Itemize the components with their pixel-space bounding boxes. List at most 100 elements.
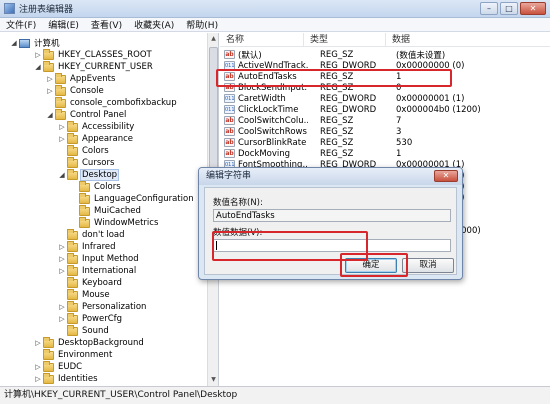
expand-arrow-icon[interactable]: ▷ [34, 363, 42, 371]
tree-item[interactable]: Keyboard [58, 276, 123, 289]
tree-item[interactable]: ▷ Console [46, 84, 105, 97]
dialog-close-icon[interactable]: ✕ [434, 170, 458, 182]
value-name: DockMoving [238, 148, 291, 159]
value-row[interactable]: ab CursorBlinkRate REG_SZ 530 [220, 137, 550, 148]
expand-arrow-icon[interactable]: ▷ [34, 375, 42, 383]
string-value-icon: ab [224, 149, 235, 158]
expand-arrow-icon[interactable]: ▷ [34, 51, 42, 59]
tree-item[interactable]: ▷ Appearance [58, 132, 134, 145]
tree-item[interactable]: don't load [58, 228, 126, 241]
value-row[interactable]: 011 CaretWidth REG_DWORD 0x00000001 (1) [220, 93, 550, 104]
menu-help[interactable]: 帮助(H) [184, 18, 220, 31]
tree-item-label: 计算机 [34, 39, 60, 49]
menu-view[interactable]: 查看(V) [89, 18, 124, 31]
tree-item-label: Identities [58, 374, 98, 384]
menu-file[interactable]: 文件(F) [4, 18, 38, 31]
tree-item-label: HKEY_CURRENT_USER [58, 62, 153, 72]
tree-item[interactable]: Colors [70, 180, 122, 193]
value-row[interactable]: ab (默认) REG_SZ (数值未设置) [220, 49, 550, 61]
column-header-data[interactable]: 数据 [386, 33, 550, 47]
folder-icon [67, 288, 78, 300]
tree-item[interactable]: ▷ Input Method [58, 252, 140, 265]
column-header-name[interactable]: 名称 [220, 33, 304, 47]
tree-item[interactable]: Mouse [58, 288, 111, 301]
tree-item-label: LanguageConfiguration [94, 194, 194, 204]
expand-arrow-icon[interactable]: ▷ [58, 267, 66, 275]
edit-string-dialog: 编辑字符串 ✕ 数值名称(N): AutoEndTasks 数值数据(V): 确… [198, 167, 463, 280]
expand-arrow-icon[interactable]: ▷ [58, 243, 66, 251]
collapse-arrow-icon[interactable]: ◢ [34, 63, 42, 71]
expand-arrow-icon[interactable]: ▷ [46, 75, 54, 83]
value-row[interactable]: ab DockMoving REG_SZ 1 [220, 148, 550, 159]
tree-item[interactable]: ▷ EUDC [34, 360, 83, 373]
expand-arrow-icon[interactable]: ▷ [58, 135, 66, 143]
expand-arrow-icon[interactable]: ▷ [58, 123, 66, 131]
tree-item[interactable]: ▷ HKEY_CLASSES_ROOT [34, 48, 153, 61]
tree-item-label: WindowMetrics [94, 218, 159, 228]
menu-favorites[interactable]: 收藏夹(A) [132, 18, 176, 31]
tree-item[interactable]: WindowMetrics [70, 216, 159, 229]
minimize-button[interactable]: – [480, 2, 498, 15]
tree-item[interactable]: Cursors [58, 156, 115, 169]
dialog-title: 编辑字符串 [199, 168, 462, 185]
tree-item-label: AppEvents [70, 74, 116, 84]
tree-item-label: Console [70, 86, 104, 96]
autoendtasks-highlight-box [216, 69, 452, 87]
tree-item[interactable]: ▷ AppEvents [46, 72, 116, 85]
folder-icon [67, 240, 78, 252]
tree-item[interactable]: ▷ Personalization [58, 300, 147, 313]
tree-item[interactable]: ▷ Accessibility [58, 120, 135, 133]
tree-item[interactable]: ◢ HKEY_CURRENT_USER [34, 60, 154, 73]
tree-item[interactable]: ▷ DesktopBackground [34, 336, 145, 349]
expand-arrow-icon[interactable]: ▷ [34, 339, 42, 347]
tree-item[interactable]: ▷ Infrared [58, 240, 117, 253]
column-header-type[interactable]: 类型 [304, 33, 386, 47]
value-name-field[interactable]: AutoEndTasks [213, 209, 451, 222]
collapse-arrow-icon[interactable]: ◢ [10, 39, 18, 47]
tree-item[interactable]: ▷ International [58, 264, 137, 277]
value-row[interactable]: ab CoolSwitchColu... REG_SZ 7 [220, 115, 550, 126]
tree-item[interactable]: Colors [58, 144, 110, 157]
value-row[interactable]: ab CoolSwitchRows REG_SZ 3 [220, 126, 550, 137]
tree-item-label: Colors [94, 182, 121, 192]
ok-button-highlight-box [340, 253, 408, 277]
value-type: REG_DWORD [320, 93, 377, 104]
tree-item[interactable]: Environment [34, 348, 113, 361]
window-controls: – □ ✕ [480, 2, 546, 15]
close-button[interactable]: ✕ [520, 2, 546, 15]
scroll-down-arrow-icon[interactable]: ▼ [208, 374, 218, 386]
tree-item-label: Infrared [82, 242, 116, 252]
tree-item-label: DesktopBackground [58, 338, 144, 348]
collapse-arrow-icon[interactable]: ◢ [46, 111, 54, 119]
tree-item[interactable]: ▷ PowerCfg [58, 312, 123, 325]
tree-item[interactable]: ◢ Control Panel [46, 108, 127, 121]
tree-item[interactable]: ▷ Identities [34, 372, 99, 385]
maximize-button[interactable]: □ [500, 2, 518, 15]
folder-icon [67, 228, 78, 240]
registry-key-tree[interactable]: ▲ ▼ ◢ 计算机 ▷ HKEY_CLASSES_ROOT ◢ HKEY_CURRENT_… [0, 33, 219, 386]
tree-item[interactable]: MuiCached [70, 204, 142, 217]
folder-icon [43, 348, 54, 360]
expand-arrow-icon[interactable]: ▷ [58, 315, 66, 323]
tree-item[interactable]: console_combofixbackup [46, 96, 178, 109]
expand-arrow-icon[interactable]: ▷ [46, 87, 54, 95]
tree-item[interactable]: LanguageConfiguration [70, 192, 195, 205]
cancel-button[interactable]: 取消 [402, 258, 454, 273]
tree-item[interactable]: Sound [58, 324, 110, 337]
value-type: REG_SZ [320, 49, 354, 60]
folder-icon [67, 264, 78, 276]
tree-item[interactable]: ◢ 计算机 [10, 37, 61, 49]
scroll-up-arrow-icon[interactable]: ▲ [208, 33, 218, 45]
expand-arrow-icon[interactable]: ▷ [58, 255, 66, 263]
menu-edit[interactable]: 编辑(E) [46, 18, 81, 31]
folder-icon [67, 168, 78, 180]
collapse-arrow-icon[interactable]: ◢ [58, 171, 66, 179]
tree-item-label: MuiCached [94, 206, 141, 216]
expand-arrow-icon[interactable]: ▷ [58, 303, 66, 311]
value-row[interactable]: 011 ClickLockTime REG_DWORD 0x000004b0 (120… [220, 104, 550, 115]
tree-item-label: Desktop [79, 169, 120, 181]
folder-icon [55, 108, 66, 120]
value-name: CaretWidth [238, 93, 286, 104]
tree-item[interactable]: ◢ Desktop [58, 168, 120, 181]
tree-scrollbar-thumb[interactable] [209, 47, 218, 187]
